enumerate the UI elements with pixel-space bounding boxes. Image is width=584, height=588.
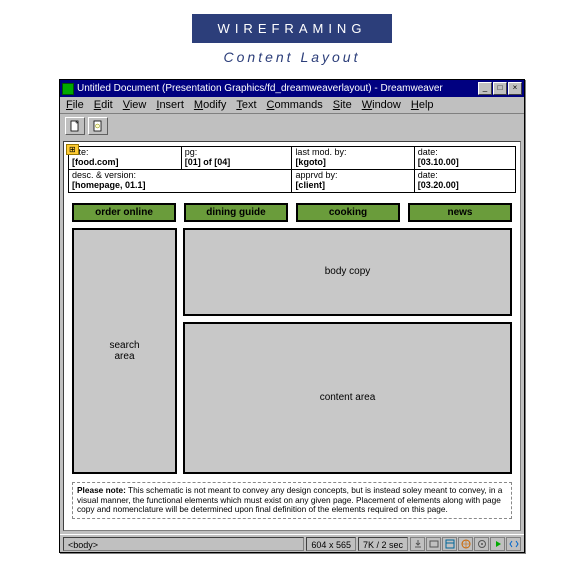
nav-row: order online dining guide cooking news <box>68 203 516 222</box>
info-value: [03.10.00] <box>418 158 512 168</box>
nav-order-online[interactable]: order online <box>72 203 176 222</box>
menubar: File Edit View Insert Modify Text Comman… <box>60 97 524 114</box>
menu-view[interactable]: View <box>123 99 147 111</box>
code-inspector-icon[interactable] <box>442 537 457 551</box>
status-size: 7K / 2 sec <box>358 537 408 551</box>
nav-dining-guide[interactable]: dining guide <box>184 203 288 222</box>
hand-page-icon <box>92 120 104 132</box>
info-date1-cell: date: [03.10.00] <box>414 147 515 170</box>
globe-icon[interactable] <box>458 537 473 551</box>
statusbar: <body> 604 x 565 7K / 2 sec <box>60 534 524 552</box>
download-stats-icon[interactable] <box>410 537 425 551</box>
right-column: body copy content area <box>183 228 512 474</box>
info-site-cell: site: [food.com] <box>69 147 182 170</box>
status-dimensions[interactable]: 604 x 565 <box>306 537 356 551</box>
html-source-icon[interactable] <box>506 537 521 551</box>
note-text: This schematic is not meant to convey an… <box>77 485 502 515</box>
page-subtitle: Content Layout <box>0 49 584 65</box>
info-table: site: [food.com] pg: [01] of [04] last m… <box>68 146 516 193</box>
info-value: [food.com] <box>72 158 178 168</box>
menu-site[interactable]: Site <box>333 99 352 111</box>
page-icon <box>69 120 81 132</box>
table-tag-icon[interactable]: ⊞ <box>66 144 79 155</box>
maximize-button[interactable]: □ <box>493 82 507 95</box>
note-label: Please note: <box>77 485 126 495</box>
info-value: [03.20.00] <box>418 181 512 191</box>
play-icon[interactable] <box>490 537 505 551</box>
minimize-button[interactable]: _ <box>478 82 492 95</box>
new-file-button[interactable] <box>65 117 85 135</box>
status-icons <box>410 537 521 551</box>
info-value: [kgoto] <box>295 158 410 168</box>
nav-cooking[interactable]: cooking <box>296 203 400 222</box>
info-apprvd-cell: apprvd by: [client] <box>292 169 414 192</box>
menu-modify[interactable]: Modify <box>194 99 226 111</box>
info-value: [01] of [04] <box>185 158 289 168</box>
layout-row: search area body copy content area <box>68 228 516 474</box>
info-date2-cell: date: [03.20.00] <box>414 169 515 192</box>
tag-selector[interactable]: <body> <box>63 537 304 551</box>
menu-help[interactable]: Help <box>411 99 434 111</box>
page-properties-button[interactable] <box>88 117 108 135</box>
close-button[interactable]: × <box>508 82 522 95</box>
note-box: Please note: This schematic is not meant… <box>72 482 512 520</box>
search-area-block: search area <box>72 228 177 474</box>
info-table-wrap: ⊞ site: [food.com] pg: [01] of [04] last… <box>68 146 516 193</box>
document-canvas[interactable]: ⊞ site: [food.com] pg: [01] of [04] last… <box>63 141 521 531</box>
titlebar[interactable]: Untitled Document (Presentation Graphics… <box>60 80 524 97</box>
menu-commands[interactable]: Commands <box>267 99 323 111</box>
info-lastmod-cell: last mod. by: [kgoto] <box>292 147 414 170</box>
page-banner: WIREFRAMING <box>192 14 392 43</box>
app-window: Untitled Document (Presentation Graphics… <box>59 79 525 553</box>
info-desc-cell: desc. & version: [homepage, 01.1] <box>69 169 292 192</box>
info-value: [homepage, 01.1] <box>72 181 288 191</box>
menu-edit[interactable]: Edit <box>94 99 113 111</box>
toolbar <box>60 114 524 138</box>
document-icon <box>62 83 74 95</box>
behaviors-icon[interactable] <box>474 537 489 551</box>
content-area-block: content area <box>183 322 512 474</box>
titlebar-text: Untitled Document (Presentation Graphics… <box>77 83 478 94</box>
launcher-icon[interactable] <box>426 537 441 551</box>
info-pg-cell: pg: [01] of [04] <box>181 147 292 170</box>
menu-insert[interactable]: Insert <box>156 99 184 111</box>
nav-news[interactable]: news <box>408 203 512 222</box>
body-copy-block: body copy <box>183 228 512 316</box>
info-value: [client] <box>295 181 410 191</box>
menu-file[interactable]: File <box>66 99 84 111</box>
menu-text[interactable]: Text <box>236 99 256 111</box>
menu-window[interactable]: Window <box>362 99 401 111</box>
